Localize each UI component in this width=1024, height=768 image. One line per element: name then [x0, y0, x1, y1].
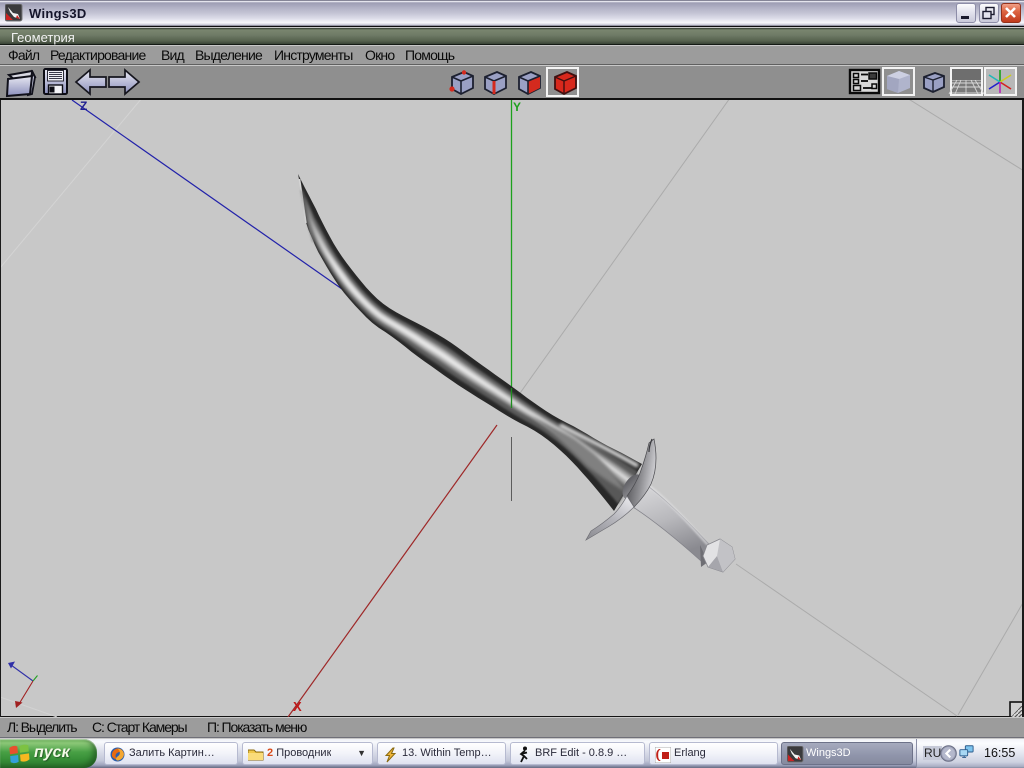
- svg-text:Z: Z: [80, 100, 87, 113]
- svg-text:Y: Y: [513, 100, 521, 114]
- svg-text:X: X: [293, 699, 302, 714]
